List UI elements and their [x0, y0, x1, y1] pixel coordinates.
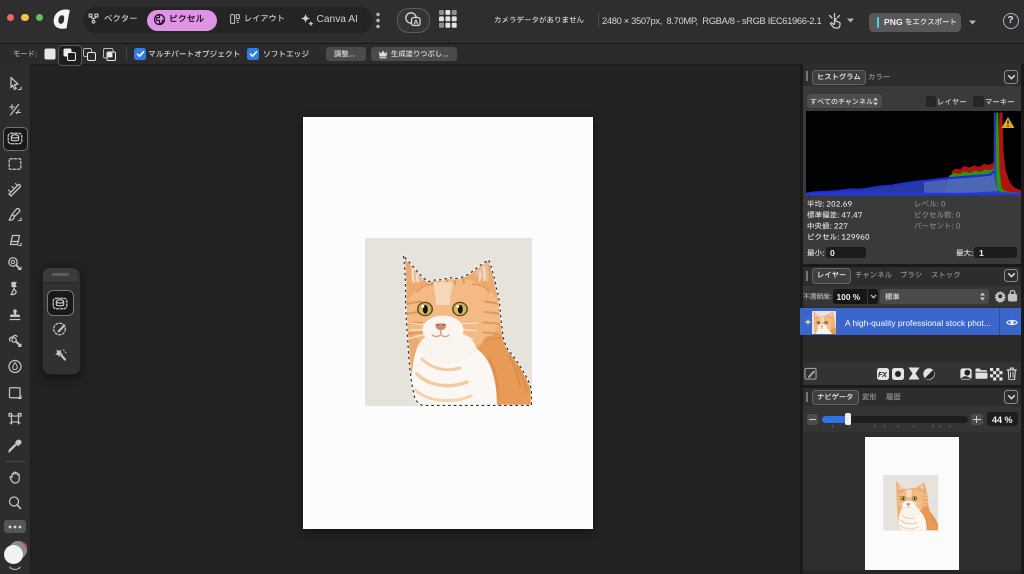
svg-text:A: A — [413, 19, 418, 26]
